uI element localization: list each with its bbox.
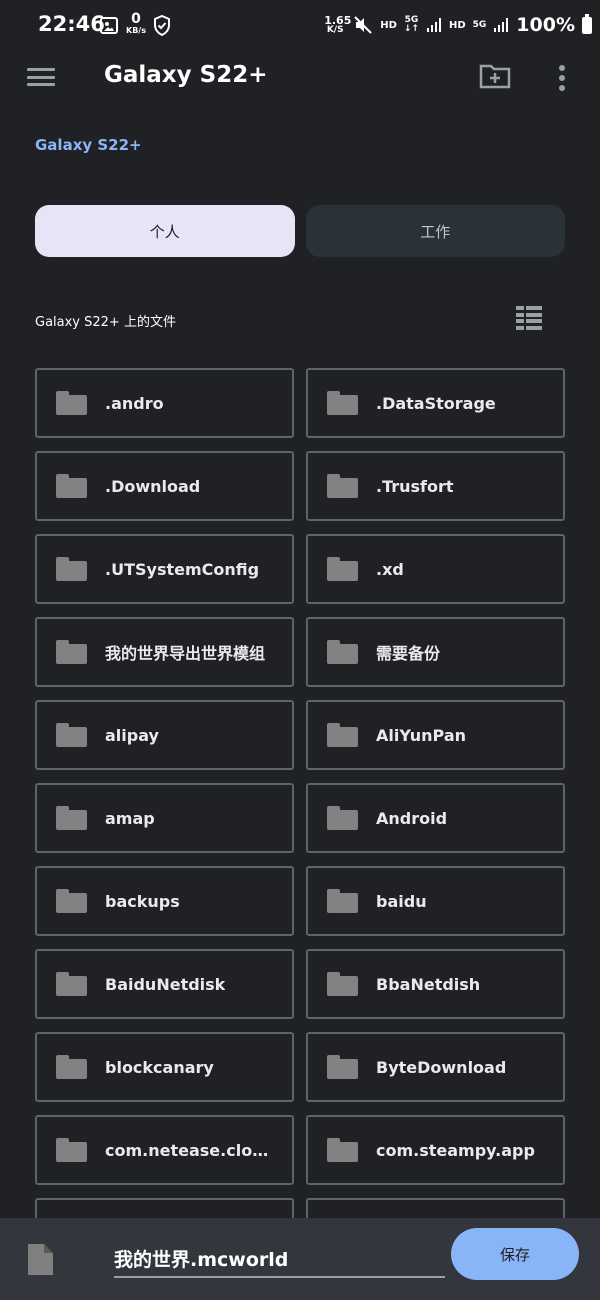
folder-item[interactable]: .Trusfort (306, 451, 565, 521)
network-speed-unit: KB/s (126, 26, 146, 35)
folder-item[interactable]: com.steampy.app (306, 1115, 565, 1185)
more-vert-icon[interactable] (552, 64, 572, 92)
network-type-label-2: 5G (472, 19, 487, 30)
folder-icon (327, 972, 358, 996)
filename-input[interactable] (114, 1240, 445, 1278)
folder-name: baidu (376, 891, 427, 911)
folder-name: com.steampy.app (376, 1140, 535, 1160)
folder-icon (56, 640, 87, 664)
folder-icon (327, 723, 358, 747)
status-time: 22:46 (38, 12, 105, 36)
page-title: Galaxy S22+ (104, 62, 268, 88)
folder-name: ByteDownload (376, 1057, 507, 1077)
shield-check-icon (154, 15, 170, 36)
folder-name: amap (105, 808, 155, 828)
folder-icon (56, 723, 87, 747)
folder-item[interactable]: 我的世界导出世界模组 (35, 617, 294, 687)
list-view-icon[interactable] (516, 306, 542, 330)
tab-work[interactable]: 工作 (305, 205, 565, 257)
app-bar: Galaxy S22+ (0, 50, 600, 104)
folder-item[interactable]: amap (35, 783, 294, 853)
network-speed-unit-right: K/S (326, 25, 344, 35)
folder-item[interactable]: backups (35, 866, 294, 936)
folder-item[interactable]: .UTSystemConfig (35, 534, 294, 604)
hd-voice-badge-2: HD (448, 19, 466, 31)
network-type-badge-2: 5G (472, 19, 487, 30)
folder-name: .DataStorage (376, 393, 496, 413)
folder-icon (327, 889, 358, 913)
battery-icon (582, 13, 592, 34)
create-new-folder-icon[interactable] (479, 63, 511, 89)
folder-name: .Download (105, 476, 201, 496)
status-bar: 22:46 0 KB/s 1.65 K/S HD 5G ↓↑ HD 5G 100% (0, 0, 600, 50)
profile-tabs: 个人 工作 (35, 205, 565, 257)
folder-item[interactable]: .andro (35, 368, 294, 438)
folder-icon (56, 474, 87, 498)
folder-item[interactable]: alipay (35, 700, 294, 770)
battery-percent: 100% (516, 14, 575, 36)
folder-name: .Trusfort (376, 476, 454, 496)
folder-name: 需要备份 (376, 644, 441, 663)
folder-name: BaiduNetdisk (105, 974, 226, 994)
folder-icon (327, 557, 358, 581)
folder-icon (56, 889, 87, 913)
folder-name: .andro (105, 393, 164, 413)
image-notification-icon (100, 17, 118, 34)
folder-item[interactable]: BaiduNetdisk (35, 949, 294, 1019)
folder-name: Android (376, 808, 448, 828)
folder-name: blockcanary (105, 1057, 214, 1077)
folder-name: AliYunPan (376, 725, 467, 745)
folder-icon (56, 972, 87, 996)
folder-item[interactable]: com.netease.cloud… (35, 1115, 294, 1185)
folder-item[interactable]: BbaNetdish (306, 949, 565, 1019)
status-right-group: 1.65 K/S HD 5G ↓↑ HD 5G 100% (324, 12, 592, 38)
folder-item[interactable]: .DataStorage (306, 368, 565, 438)
tab-personal[interactable]: 个人 (35, 205, 295, 257)
folder-name: backups (105, 891, 180, 911)
folder-item[interactable]: blockcanary (35, 1032, 294, 1102)
network-speed-value: 0 (131, 11, 141, 27)
folder-icon (56, 1055, 87, 1079)
save-bar: 保存 (0, 1218, 600, 1300)
folder-item[interactable]: baidu (306, 866, 565, 936)
hd-voice-badge: HD (380, 19, 397, 31)
folder-icon (327, 474, 358, 498)
folder-icon (327, 1055, 358, 1079)
folder-name: com.netease.cloud… (105, 1140, 275, 1160)
folder-name: BbaNetdish (376, 974, 481, 994)
folder-icon (327, 1138, 358, 1162)
folder-item[interactable]: .Download (35, 451, 294, 521)
signal-strength-icon-2 (494, 18, 509, 32)
folder-name: .UTSystemConfig (105, 559, 260, 579)
folder-name: .xd (376, 559, 404, 579)
save-button[interactable]: 保存 (451, 1228, 579, 1280)
folder-item[interactable]: Android (306, 783, 565, 853)
network-type-badge: 5G ↓↑ (403, 15, 419, 34)
network-speed-indicator-right: 1.65 K/S (324, 15, 351, 35)
folder-icon (56, 806, 87, 830)
signal-strength-icon (426, 18, 441, 32)
folder-name: 我的世界导出世界模组 (105, 644, 266, 663)
folder-icon (327, 806, 358, 830)
folder-grid: .andro .DataStorage .Download .Trusfort .UTS… (35, 368, 565, 1268)
folder-item[interactable]: ByteDownload (306, 1032, 565, 1102)
folder-icon (56, 1138, 87, 1162)
section-label: Galaxy S22+ 上的文件 (35, 315, 176, 330)
folder-icon (56, 557, 87, 581)
folder-icon (327, 391, 358, 415)
menu-icon[interactable] (27, 65, 55, 89)
file-icon (28, 1244, 53, 1275)
folder-name: alipay (105, 725, 159, 745)
network-speed-indicator: 0 KB/s (124, 12, 148, 35)
folder-item[interactable]: 需要备份 (306, 617, 565, 687)
breadcrumb[interactable]: Galaxy S22+ (35, 136, 142, 154)
network-type-label: 5G (404, 15, 419, 25)
folder-icon (327, 640, 358, 664)
folder-item[interactable]: AliYunPan (306, 700, 565, 770)
folder-item[interactable]: .xd (306, 534, 565, 604)
mute-icon (354, 16, 372, 34)
folder-icon (56, 391, 87, 415)
